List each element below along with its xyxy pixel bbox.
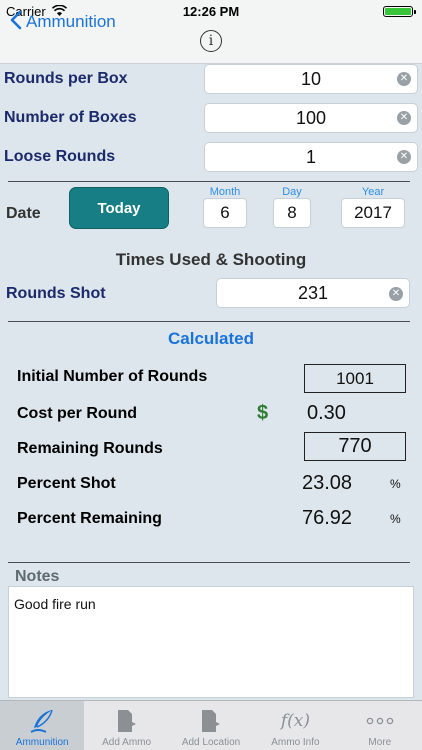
percent-shot-label: Percent Shot bbox=[17, 475, 116, 492]
document-add-icon bbox=[195, 707, 227, 735]
rounds-per-box-value: 10 bbox=[300, 68, 322, 89]
chevron-left-icon bbox=[10, 10, 22, 35]
cost-per-round-value: 0.30 bbox=[307, 402, 346, 424]
function-icon: f(x) bbox=[280, 711, 310, 731]
year-input[interactable]: 2017 bbox=[341, 198, 405, 228]
clear-icon[interactable]: ✕ bbox=[397, 111, 411, 125]
percent-sign: % bbox=[390, 512, 401, 526]
rounds-per-box-label: Rounds per Box bbox=[4, 70, 128, 87]
tab-ammunition[interactable]: Ammunition bbox=[0, 701, 85, 750]
currency-icon: $ bbox=[257, 402, 269, 424]
month-input[interactable]: 6 bbox=[203, 198, 247, 228]
notes-text: Good fire run bbox=[14, 596, 96, 612]
today-button[interactable]: Today bbox=[69, 187, 169, 229]
tab-more[interactable]: More bbox=[338, 701, 422, 750]
battery-icon bbox=[383, 6, 416, 17]
tab-label: Ammo Info bbox=[271, 737, 320, 748]
percent-sign: % bbox=[390, 477, 401, 491]
date-label: Date bbox=[6, 205, 41, 222]
day-input[interactable]: 8 bbox=[273, 198, 311, 228]
loose-rounds-input[interactable]: 1 bbox=[204, 142, 418, 172]
tab-ammo-info[interactable]: f(x) Ammo Info bbox=[253, 701, 337, 750]
rounds-shot-value: 231 bbox=[297, 282, 329, 303]
tab-label: Add Location bbox=[181, 737, 241, 748]
tab-label: More bbox=[368, 737, 392, 748]
month-caption: Month bbox=[209, 186, 241, 198]
day-caption: Day bbox=[282, 186, 302, 198]
percent-shot-value: 23.08 bbox=[302, 472, 353, 494]
tab-add-location[interactable]: Add Location bbox=[169, 701, 253, 750]
feather-icon bbox=[26, 707, 58, 735]
clear-icon[interactable]: ✕ bbox=[389, 287, 403, 301]
tab-label: Ammunition bbox=[15, 737, 69, 748]
times-used-title: Times Used & Shooting bbox=[115, 250, 307, 269]
percent-remaining-value: 76.92 bbox=[302, 507, 353, 529]
more-icon bbox=[364, 707, 396, 735]
tab-bar: Ammunition Add Ammo Add Location f(x) Am… bbox=[0, 700, 422, 750]
initial-rounds-label: Initial Number of Rounds bbox=[17, 368, 208, 385]
info-icon[interactable]: i bbox=[200, 30, 222, 52]
notes-label: Notes bbox=[15, 568, 60, 585]
loose-rounds-value: 1 bbox=[305, 146, 316, 167]
cost-per-round-label: Cost per Round bbox=[17, 405, 137, 422]
rounds-per-box-input[interactable]: 10 bbox=[204, 64, 418, 94]
divider bbox=[8, 181, 410, 182]
number-of-boxes-value: 100 bbox=[295, 107, 327, 128]
initial-rounds-value: 1001 bbox=[304, 364, 406, 393]
clear-icon[interactable]: ✕ bbox=[397, 150, 411, 164]
remaining-rounds-value: 770 bbox=[304, 432, 406, 461]
year-caption: Year bbox=[361, 186, 385, 198]
document-add-icon bbox=[111, 707, 143, 735]
clear-icon[interactable]: ✕ bbox=[397, 72, 411, 86]
divider bbox=[8, 562, 410, 563]
back-label: Ammunition bbox=[26, 12, 116, 31]
number-of-boxes-input[interactable]: 100 bbox=[204, 103, 418, 133]
rounds-shot-label: Rounds Shot bbox=[6, 285, 106, 302]
remaining-rounds-label: Remaining Rounds bbox=[17, 440, 163, 457]
divider bbox=[8, 321, 410, 322]
rounds-shot-input[interactable]: 231 bbox=[216, 278, 410, 308]
tab-label: Add Ammo bbox=[102, 737, 152, 748]
calculated-title: Calculated bbox=[168, 329, 254, 348]
tab-add-ammo[interactable]: Add Ammo bbox=[84, 701, 168, 750]
percent-remaining-label: Percent Remaining bbox=[17, 510, 162, 527]
loose-rounds-label: Loose Rounds bbox=[4, 148, 116, 165]
number-of-boxes-label: Number of Boxes bbox=[4, 109, 137, 126]
back-button[interactable]: Ammunition bbox=[10, 10, 116, 34]
